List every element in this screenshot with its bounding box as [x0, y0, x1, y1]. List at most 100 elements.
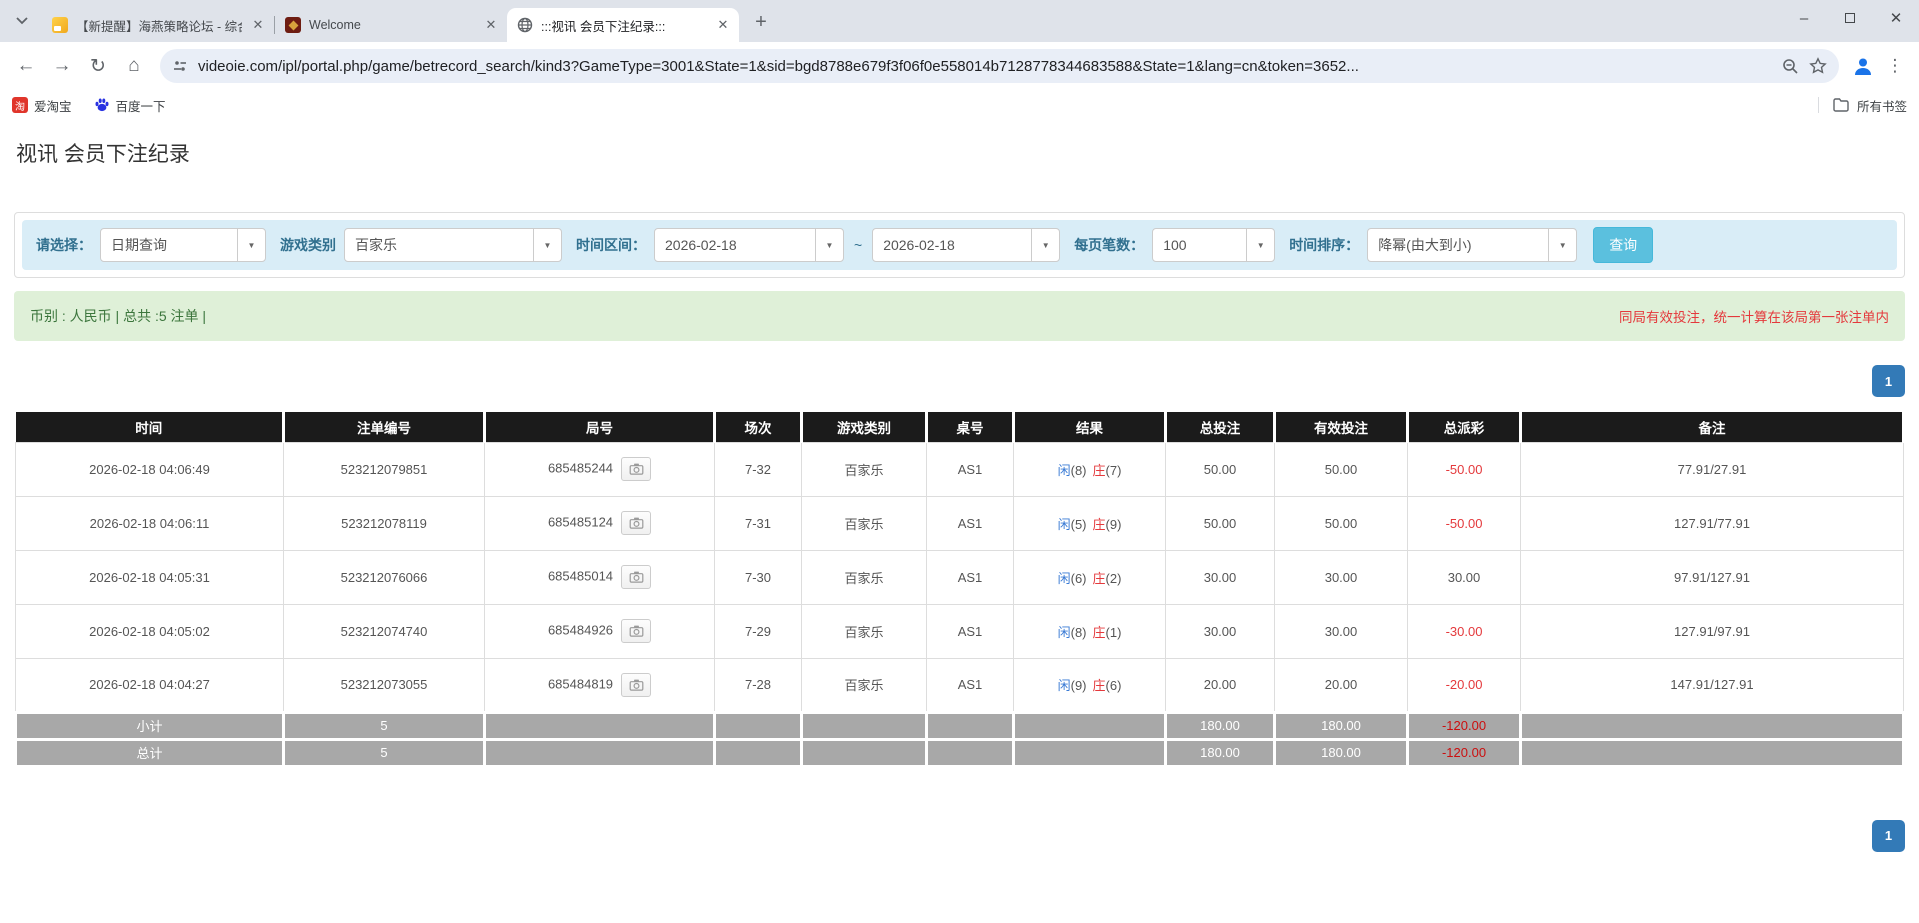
column-header: 有效投注 [1275, 412, 1408, 442]
round-snapshot-button[interactable] [621, 511, 651, 535]
game-type-select[interactable]: 百家乐 ▼ [344, 228, 562, 262]
table-row: 2026-02-18 04:06:11 523212078119 6854851… [16, 496, 1904, 550]
cell-total-bet-link[interactable]: 50.00 [1166, 496, 1275, 550]
currency-summary-text: 币别 : 人民币 | 总共 :5 注单 | [30, 306, 206, 326]
cell-total-bet-link[interactable]: 30.00 [1166, 550, 1275, 604]
result-player: 闲 [1058, 571, 1071, 586]
column-header: 注单编号 [284, 412, 485, 442]
cell-valid-bet: 50.00 [1275, 442, 1408, 496]
new-tab-button[interactable]: + [747, 8, 775, 36]
bookmark-label: 百度一下 [116, 96, 166, 115]
date-from-value: 2026-02-18 [655, 237, 815, 253]
page-1-button[interactable]: 1 [1872, 820, 1905, 852]
game-type-label: 游戏类别 [280, 235, 336, 255]
cell-table-no: AS1 [927, 604, 1014, 658]
site-info-icon[interactable] [172, 58, 188, 74]
round-snapshot-button[interactable] [621, 457, 651, 481]
cell-total-bet-link[interactable]: 30.00 [1166, 604, 1275, 658]
page-size-select[interactable]: 100 ▼ [1152, 228, 1275, 262]
cell-game-type: 百家乐 [802, 604, 927, 658]
summary-bar: 币别 : 人民币 | 总共 :5 注单 | 同局有效投注，统一计算在该局第一张注… [14, 291, 1905, 341]
cell-bet-id: 523212076066 [284, 550, 485, 604]
forward-button[interactable]: → [46, 50, 78, 82]
table-body: 2026-02-18 04:06:49 523212079851 6854852… [16, 442, 1904, 712]
bookmark-star-icon[interactable] [1809, 57, 1827, 75]
profile-avatar[interactable] [1849, 52, 1877, 80]
result-player: 闲 [1058, 463, 1071, 478]
query-type-select[interactable]: 日期查询 ▼ [100, 228, 266, 262]
result-banker: 庄 [1093, 571, 1106, 586]
result-banker-score: (2) [1106, 571, 1122, 586]
cell-result: 闲(5)庄(9) [1014, 496, 1166, 550]
cell-valid-bet: 20.00 [1275, 658, 1408, 712]
cell-result: 闲(6) 庄(2) [1014, 550, 1166, 604]
subtotal-payout: -120.00 [1408, 712, 1521, 739]
round-snapshot-button[interactable] [621, 619, 651, 643]
window-controls: – ✕ [1781, 0, 1919, 42]
cell-table-no: AS1 [927, 442, 1014, 496]
browser-menu-button[interactable]: ⋮ [1881, 52, 1909, 80]
chevron-down-icon: ▼ [815, 229, 843, 261]
close-icon[interactable]: ✕ [483, 17, 499, 33]
cell-total-bet-link[interactable]: 20.00 [1166, 658, 1275, 712]
date-to-select[interactable]: 2026-02-18 ▼ [872, 228, 1060, 262]
cell-game-type: 百家乐 [802, 658, 927, 712]
bookmark-taobao[interactable]: 淘 爱淘宝 [12, 96, 72, 115]
search-button[interactable]: 查询 [1593, 227, 1653, 263]
back-button[interactable]: ← [10, 50, 42, 82]
tab-search-button[interactable] [8, 7, 36, 35]
cell-total-bet-link[interactable]: 50.00 [1166, 442, 1275, 496]
sort-order-select[interactable]: 降幂(由大到小) ▼ [1367, 228, 1577, 262]
bookmarks-bar: 淘 爱淘宝 百度一下 所有书签 [0, 90, 1919, 120]
round-id-text: 685485124 [548, 514, 613, 529]
chevron-down-icon: ▼ [1031, 229, 1059, 261]
close-window-button[interactable]: ✕ [1873, 0, 1919, 36]
page-size-label: 每页笔数： [1074, 235, 1144, 255]
cell-table-no: AS1 [927, 550, 1014, 604]
result-player-score: (5) [1071, 517, 1087, 532]
date-range-label: 时间区间： [576, 235, 646, 255]
round-snapshot-button[interactable] [621, 565, 651, 589]
zoom-icon[interactable] [1782, 58, 1799, 75]
page-1-button[interactable]: 1 [1872, 365, 1905, 397]
reload-button[interactable]: ↻ [82, 50, 114, 82]
camera-icon [629, 463, 644, 475]
cell-payout: 30.00 [1408, 550, 1521, 604]
cell-time: 2026-02-18 04:05:02 [16, 604, 284, 658]
result-player-score: (6) [1071, 571, 1087, 586]
chevron-down-icon: ▼ [237, 229, 265, 261]
subtotal-label: 小计 [16, 712, 284, 739]
subtotal-valid-bet: 180.00 [1275, 712, 1408, 739]
query-type-label: 请选择： [36, 235, 92, 255]
cell-session: 7-29 [715, 604, 802, 658]
cell-game-type: 百家乐 [802, 496, 927, 550]
url-bar[interactable]: videoie.com/ipl/portal.php/game/betrecor… [160, 49, 1839, 83]
close-icon[interactable]: ✕ [715, 17, 731, 33]
bookmark-baidu[interactable]: 百度一下 [94, 96, 166, 115]
game-type-value: 百家乐 [345, 235, 533, 255]
sort-order-value: 降幂(由大到小) [1368, 235, 1548, 255]
all-bookmarks[interactable]: 所有书签 [1818, 96, 1907, 115]
bet-records-table: 时间注单编号局号场次游戏类别桌号结果总投注有效投注总派彩备注 2026-02-1… [14, 412, 1905, 768]
column-header: 备注 [1521, 412, 1904, 442]
round-snapshot-button[interactable] [621, 673, 651, 697]
tab-forum[interactable]: 【新提醒】海燕策略论坛 - 综合 ✕ [42, 8, 274, 42]
camera-icon [629, 625, 644, 637]
close-icon[interactable]: ✕ [250, 17, 266, 33]
date-from-select[interactable]: 2026-02-18 ▼ [654, 228, 844, 262]
minimize-button[interactable]: – [1781, 0, 1827, 36]
home-button[interactable]: ⌂ [118, 50, 150, 82]
cell-payout: -50.00 [1408, 442, 1521, 496]
cell-payout: -20.00 [1408, 658, 1521, 712]
tab-bet-records-active[interactable]: :::视讯 会员下注纪录::: ✕ [507, 8, 739, 42]
cell-remark: 127.91/77.91 [1521, 496, 1904, 550]
cell-valid-bet: 50.00 [1275, 496, 1408, 550]
maximize-button[interactable] [1827, 0, 1873, 36]
column-header: 时间 [16, 412, 284, 442]
cell-session: 7-28 [715, 658, 802, 712]
url-text[interactable]: videoie.com/ipl/portal.php/game/betrecor… [198, 58, 1772, 75]
tab-welcome[interactable]: Welcome ✕ [275, 8, 507, 42]
cell-session: 7-32 [715, 442, 802, 496]
cell-round-id: 685484926 [485, 604, 715, 658]
date-to-value: 2026-02-18 [873, 237, 1031, 253]
